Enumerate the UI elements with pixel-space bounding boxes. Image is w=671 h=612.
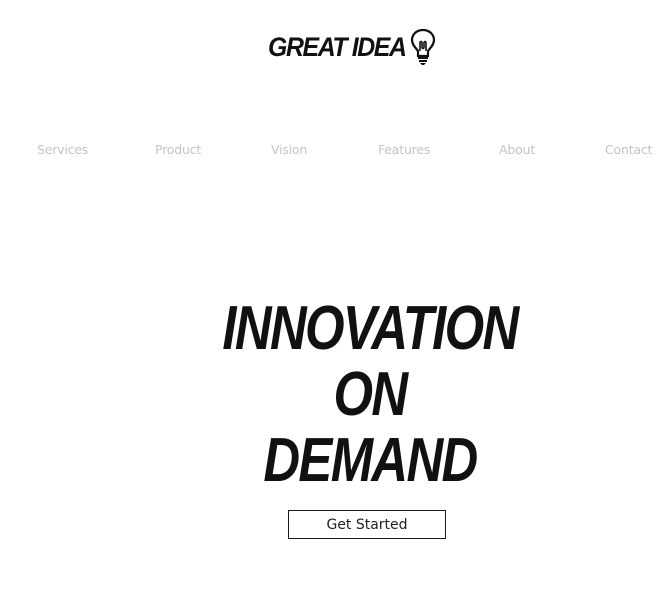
get-started-button[interactable]: Get Started: [288, 510, 446, 539]
hero-line-2: ON: [333, 360, 409, 429]
nav-item-vision[interactable]: Vision: [271, 142, 307, 157]
logo-text: GREAT IDEA: [268, 31, 407, 62]
nav-item-features[interactable]: Features: [378, 142, 430, 157]
nav-item-contact[interactable]: Contact: [605, 142, 652, 157]
main-nav: Services Product Vision Features About C…: [0, 142, 671, 162]
nav-item-about[interactable]: About: [499, 142, 535, 157]
nav-item-services[interactable]: Services: [37, 142, 88, 157]
site-logo[interactable]: GREAT IDEA: [268, 27, 438, 67]
hero-line-1: INNOVATION: [222, 294, 519, 363]
lightbulb-icon: [410, 28, 436, 65]
hero-headline: INNOVATION ON DEMAND: [0, 296, 671, 494]
nav-item-product[interactable]: Product: [155, 142, 201, 157]
hero-line-3: DEMAND: [263, 426, 478, 495]
